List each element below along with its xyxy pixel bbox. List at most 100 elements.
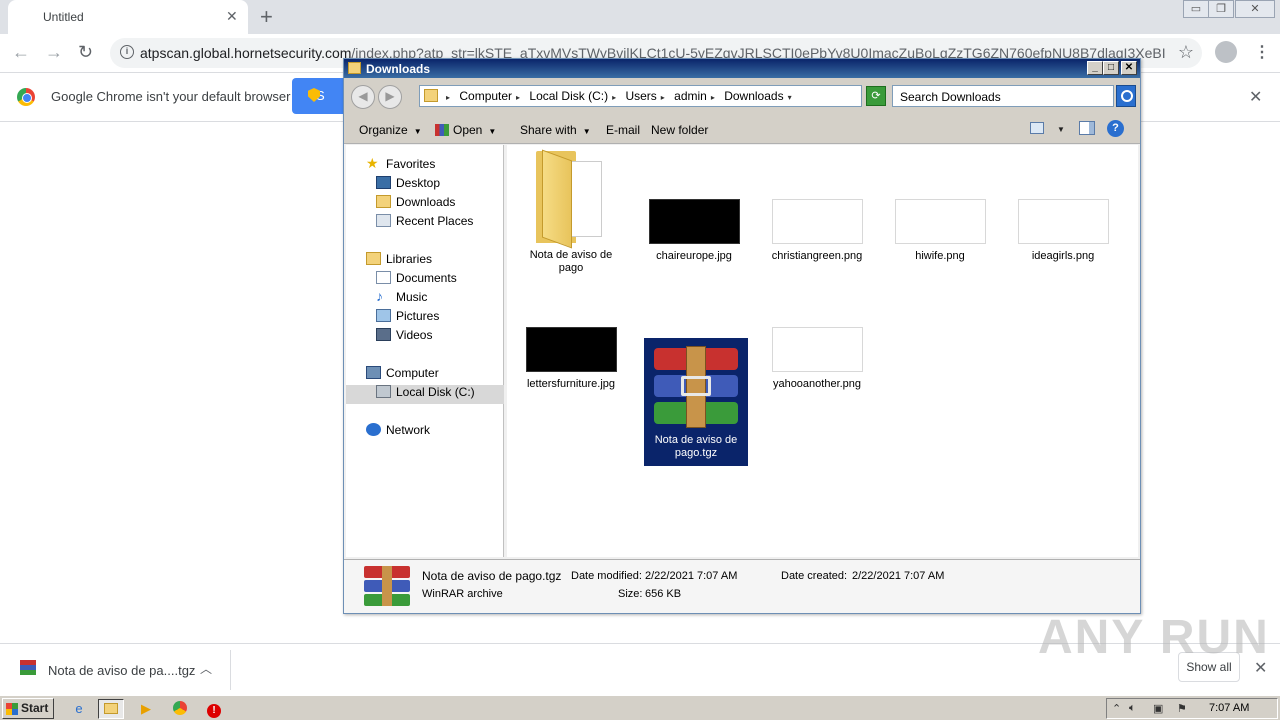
forward-arrow-icon[interactable]: →: [45, 42, 63, 63]
star-icon: ★: [366, 155, 379, 171]
download-item[interactable]: [20, 660, 36, 676]
chevron-right-icon[interactable]: ▸: [516, 93, 520, 102]
file-item-image[interactable]: lettersfurniture.jpg: [519, 327, 623, 391]
close-window-icon[interactable]: ✕: [1235, 0, 1275, 18]
breadcrumb-users[interactable]: Users: [625, 89, 656, 103]
file-item-image[interactable]: chaireurope.jpg: [642, 199, 746, 263]
explorer-minimize-icon[interactable]: _: [1087, 61, 1103, 75]
browser-tab[interactable]: Untitled ✕: [8, 0, 248, 34]
nav-network[interactable]: Network: [366, 423, 430, 437]
explorer-title: Downloads: [366, 62, 431, 76]
nav-music[interactable]: ♪ Music: [376, 288, 427, 304]
chevron-right-icon[interactable]: ▸: [661, 93, 665, 102]
explorer-titlebar[interactable]: Downloads _ □ ✕: [344, 59, 1140, 78]
chrome-menu-icon[interactable]: ⋮: [1254, 42, 1270, 62]
organize-button[interactable]: Organize ▼: [359, 123, 422, 137]
network-tray-icon[interactable]: ▣: [1153, 702, 1163, 715]
chevron-down-icon: ▼: [582, 127, 591, 136]
nav-local-disk[interactable]: Local Disk (C:): [376, 385, 475, 399]
nav-favorites[interactable]: ★ Favorites: [366, 155, 435, 171]
nav-local-disk-label: Local Disk (C:): [396, 385, 475, 399]
file-item-image[interactable]: ideagirls.png: [1011, 199, 1115, 263]
infobar-close-icon[interactable]: ✕: [1249, 87, 1262, 107]
search-input[interactable]: Search Downloads: [892, 85, 1114, 107]
nav-computer[interactable]: Computer: [366, 366, 439, 380]
file-name: chaireurope.jpg: [656, 250, 732, 262]
explorer-address-row: ◀ ▶ ▸ Computer ▸ Local Disk (C:) ▸ Users ▸ …: [344, 78, 1140, 114]
volume-icon[interactable]: 🔈︎: [1129, 702, 1136, 715]
file-item-archive[interactable]: Nota de aviso de pago.tgz: [644, 338, 748, 466]
bookmark-star-icon[interactable]: ☆: [1178, 42, 1194, 63]
chevron-down-icon[interactable]: ▾: [788, 93, 792, 102]
tab-close-icon[interactable]: ✕: [226, 8, 238, 25]
share-with-label: Share with: [520, 123, 577, 137]
chevron-right-icon[interactable]: ▸: [612, 93, 616, 102]
chrome-taskbar-icon[interactable]: [167, 699, 193, 719]
action-center-flag-icon[interactable]: ⚑: [1177, 702, 1187, 715]
file-item-image[interactable]: christiangreen.png: [765, 199, 869, 263]
chevron-down-icon[interactable]: ▼: [1057, 125, 1065, 134]
chevron-right-icon[interactable]: ▸: [446, 93, 450, 102]
new-folder-button[interactable]: New folder: [651, 123, 708, 137]
profile-avatar-icon[interactable]: [1215, 41, 1237, 63]
back-arrow-icon[interactable]: ←: [12, 42, 30, 63]
winrar-icon: [435, 124, 449, 136]
explorer-maximize-icon[interactable]: □: [1103, 61, 1119, 75]
internet-explorer-icon[interactable]: e: [66, 699, 92, 719]
nav-pictures[interactable]: Pictures: [376, 309, 439, 323]
image-thumbnail-icon: [1017, 199, 1109, 244]
restore-window-icon[interactable]: ❐: [1208, 0, 1234, 18]
nav-desktop[interactable]: Desktop: [376, 176, 440, 190]
explorer-taskbar-icon[interactable]: [98, 699, 124, 719]
file-item-folder[interactable]: Nota de aviso de pago: [519, 149, 623, 275]
explorer-forward-icon[interactable]: ▶: [378, 85, 402, 109]
nav-downloads[interactable]: Downloads: [376, 195, 455, 209]
search-icon[interactable]: [1116, 85, 1136, 107]
site-info-icon[interactable]: i: [120, 45, 134, 59]
nav-computer-label: Computer: [386, 366, 439, 380]
minimize-window-icon[interactable]: ▭: [1183, 0, 1209, 18]
refresh-icon[interactable]: ⟳: [866, 86, 886, 106]
details-date-created: 2/22/2021 7:07 AM: [852, 570, 945, 582]
chevron-up-icon[interactable]: ︿: [200, 660, 212, 677]
share-with-button[interactable]: Share with ▼: [520, 123, 591, 137]
nav-documents[interactable]: Documents: [376, 271, 457, 285]
nav-documents-label: Documents: [396, 271, 457, 285]
reload-icon[interactable]: ↻: [78, 42, 93, 63]
new-tab-icon[interactable]: +: [260, 4, 273, 30]
help-icon[interactable]: ?: [1107, 120, 1124, 137]
stop-icon[interactable]: !: [201, 699, 227, 719]
nav-libraries[interactable]: Libraries: [366, 252, 433, 266]
chevron-right-icon[interactable]: ▸: [711, 93, 715, 102]
file-name: Nota de aviso de pago: [529, 249, 613, 274]
breadcrumb-local-disk[interactable]: Local Disk (C:): [529, 89, 608, 103]
nav-videos-label: Videos: [396, 328, 433, 342]
command-bar: Organize ▼ Open ▼ Share with ▼ E-mail New f…: [344, 114, 1140, 144]
tab-title: Untitled: [43, 10, 84, 24]
change-view-icon[interactable]: [1030, 122, 1044, 134]
folder-icon: [348, 62, 361, 74]
tray-expand-icon[interactable]: ⌃: [1112, 702, 1121, 715]
download-file-name[interactable]: Nota de aviso de pa....tgz: [48, 663, 195, 678]
start-label: Start: [21, 701, 49, 715]
nav-videos[interactable]: Videos: [376, 328, 433, 342]
start-button[interactable]: Start: [2, 698, 54, 719]
explorer-address-bar[interactable]: ▸ Computer ▸ Local Disk (C:) ▸ Users ▸ admi…: [419, 85, 932, 107]
breadcrumb-downloads[interactable]: Downloads: [724, 89, 783, 103]
file-item-image[interactable]: yahooanother.png: [765, 327, 869, 391]
breadcrumb-admin[interactable]: admin: [674, 89, 707, 103]
email-button[interactable]: E-mail: [606, 123, 640, 137]
taskbar-clock[interactable]: 7:07 AM: [1209, 702, 1249, 714]
explorer-close-icon[interactable]: ✕: [1121, 61, 1137, 75]
preview-pane-icon[interactable]: [1079, 121, 1095, 135]
media-player-icon[interactable]: ▶: [133, 699, 159, 719]
nav-recent-places[interactable]: Recent Places: [376, 214, 473, 228]
explorer-back-icon[interactable]: ◀: [351, 85, 375, 109]
open-button[interactable]: Open ▼: [435, 123, 496, 137]
file-item-image[interactable]: hiwife.png: [888, 199, 992, 263]
breadcrumb-computer[interactable]: Computer: [459, 89, 512, 103]
videos-icon: [376, 328, 391, 341]
nav-libraries-label: Libraries: [386, 252, 433, 266]
organize-label: Organize: [359, 123, 408, 137]
details-file-type: WinRAR archive: [422, 588, 503, 600]
